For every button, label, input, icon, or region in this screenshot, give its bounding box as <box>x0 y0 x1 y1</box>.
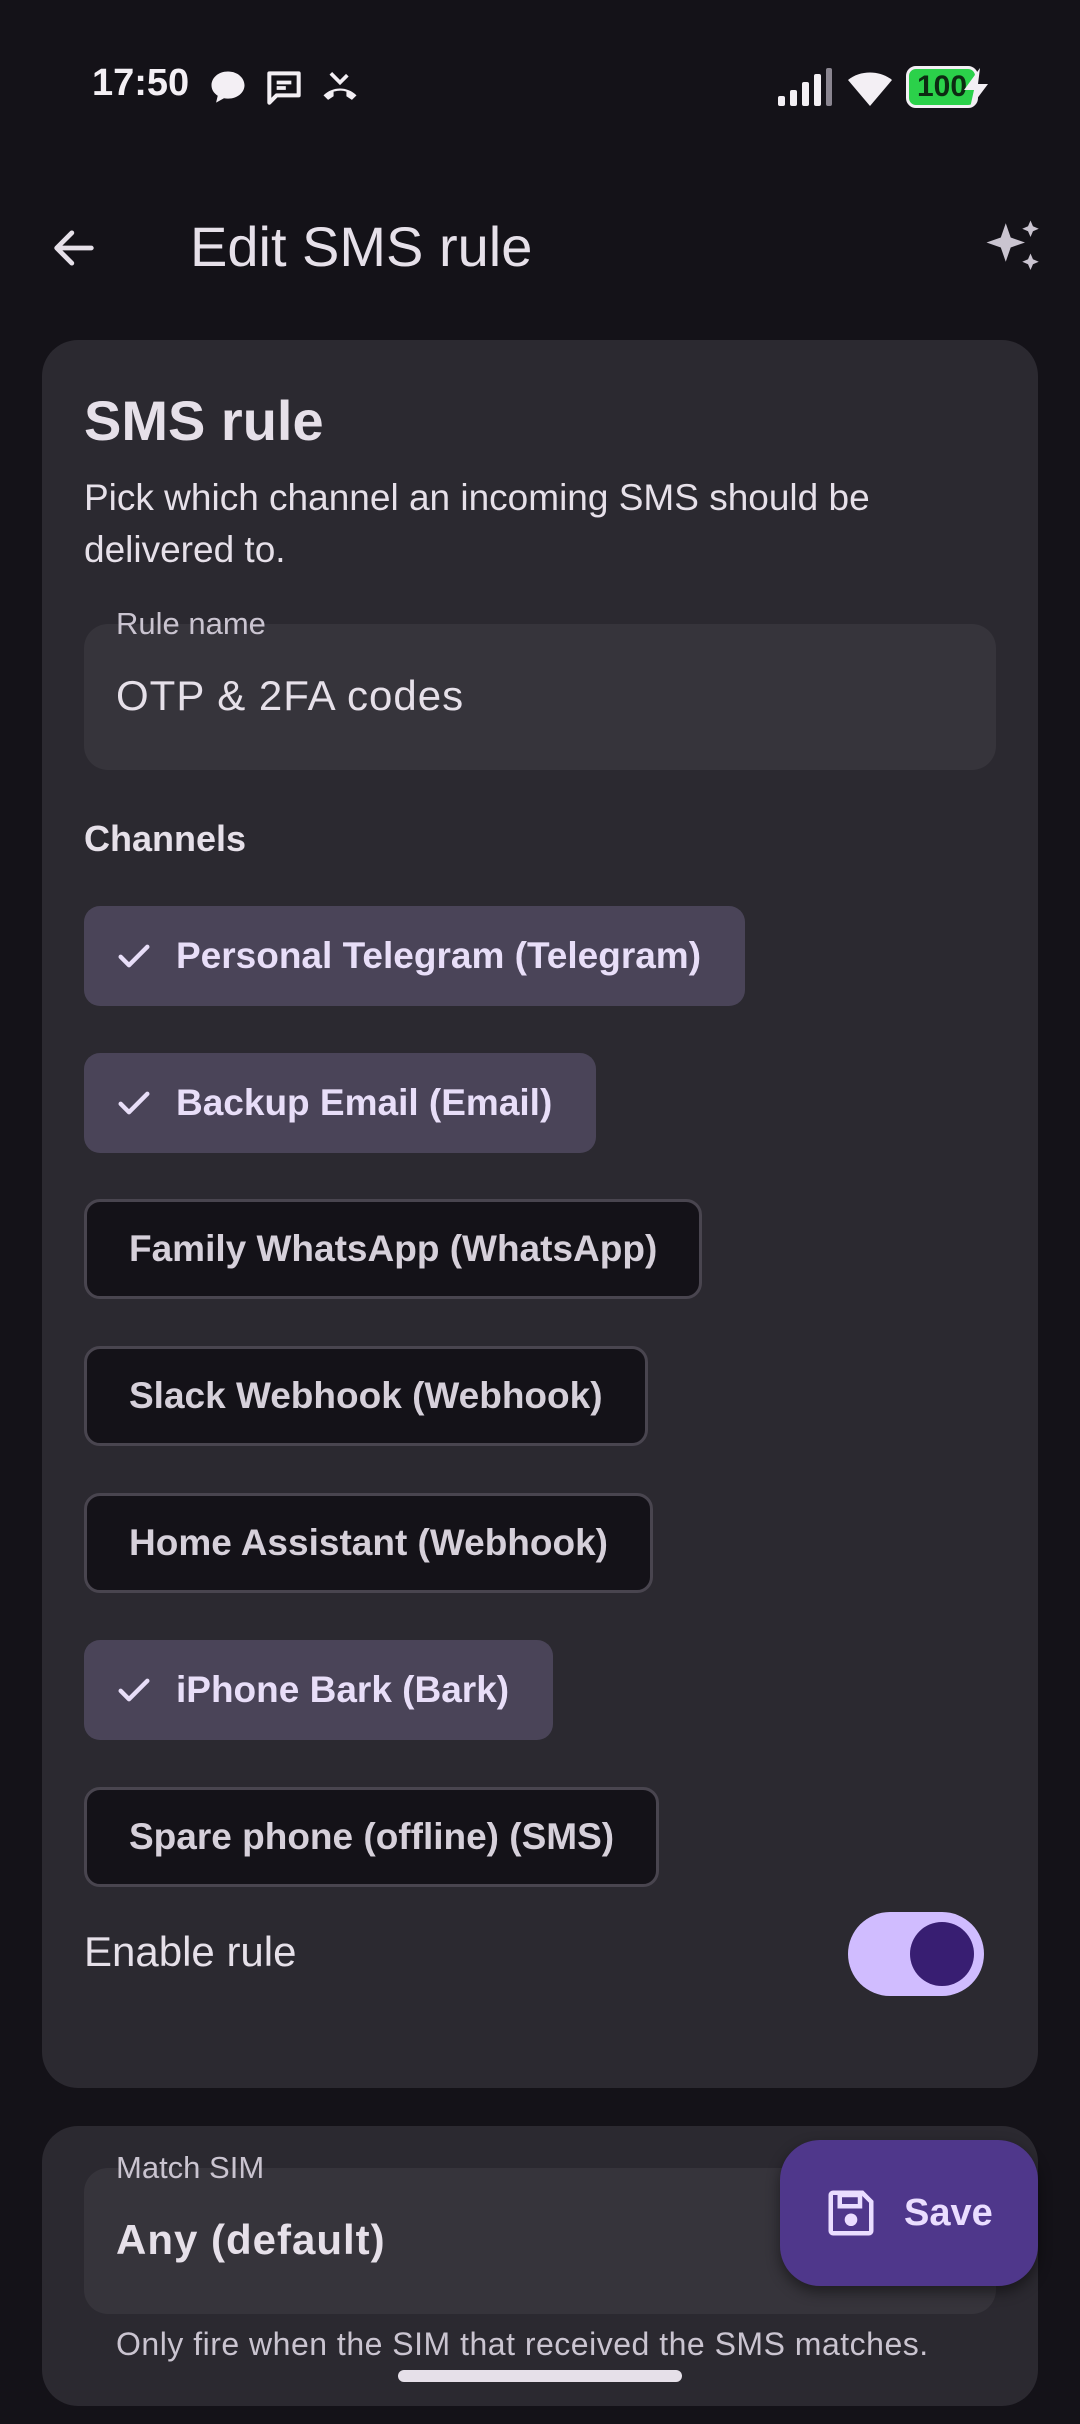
sparkle-button[interactable] <box>974 208 1054 288</box>
rule-name-value: OTP & 2FA codes <box>116 672 465 719</box>
check-icon <box>112 1668 156 1712</box>
enable-rule-row: Enable rule <box>84 1910 996 2000</box>
status-time: 17:50 <box>92 62 190 104</box>
channel-chip[interactable]: Spare phone (offline) (SMS) <box>84 1787 660 1887</box>
chip-label: iPhone Bark (Bark) <box>176 1669 510 1710</box>
wifi-icon <box>846 66 894 115</box>
chip-label: Slack Webhook (Webhook) <box>129 1375 603 1416</box>
card-title: SMS rule <box>84 389 324 452</box>
card-description: Pick which channel an incoming SMS shoul… <box>84 477 870 570</box>
channel-chip[interactable]: Home Assistant (Webhook) <box>84 1493 653 1593</box>
chip-label: Personal Telegram (Telegram) <box>176 935 702 976</box>
chip-label: Home Assistant (Webhook) <box>129 1522 608 1563</box>
channel-chip[interactable]: Backup Email (Email) <box>84 1053 597 1153</box>
rule-name-field[interactable]: Rule name OTP & 2FA codes <box>84 606 996 770</box>
check-icon <box>112 1081 156 1125</box>
screen: 17:50 100 Edit SMS rule SMS rule Pick wh… <box>0 0 1080 2424</box>
channels-label: Channels <box>84 818 247 859</box>
channel-chip[interactable]: Personal Telegram (Telegram) <box>84 906 746 1006</box>
back-button[interactable] <box>36 210 112 286</box>
enable-rule-toggle[interactable] <box>848 1912 984 1996</box>
check-icon <box>112 934 156 978</box>
chip-label: Backup Email (Email) <box>176 1082 553 1123</box>
missed-call-icon <box>318 66 362 110</box>
sms-rule-card: SMS rule Pick which channel an incoming … <box>42 340 1038 2088</box>
match-sim-value: Any (default) <box>116 2216 386 2263</box>
gesture-bar[interactable] <box>398 2370 682 2382</box>
signal-icon <box>776 66 832 115</box>
save-button[interactable]: Save <box>780 2140 1038 2286</box>
channel-chip[interactable]: Slack Webhook (Webhook) <box>84 1346 648 1446</box>
chat-bubble-icon <box>206 66 250 110</box>
status-bar: 17:50 100 <box>0 0 1080 180</box>
battery-level: 100 <box>916 70 968 103</box>
chip-label: Spare phone (offline) (SMS) <box>129 1816 615 1857</box>
page-title: Edit SMS rule <box>190 215 533 278</box>
arrow-back-icon <box>54 230 94 266</box>
match-sim-label: Match SIM <box>116 2150 265 2185</box>
chip-label: Family WhatsApp (WhatsApp) <box>129 1228 658 1269</box>
channel-chip[interactable]: Family WhatsApp (WhatsApp) <box>84 1199 703 1299</box>
message-icon <box>262 66 306 110</box>
app-bar: Edit SMS rule <box>0 180 1080 310</box>
channel-chip[interactable]: iPhone Bark (Bark) <box>84 1640 554 1740</box>
match-sim-helper: Only fire when the SIM that received the… <box>116 2326 929 2362</box>
toggle-knob <box>910 1922 974 1986</box>
charging-icon <box>962 68 990 113</box>
rule-name-label: Rule name <box>116 606 266 641</box>
save-label: Save <box>904 2191 993 2234</box>
save-icon <box>828 2190 874 2236</box>
sparkle-icon <box>986 220 1039 270</box>
enable-rule-label: Enable rule <box>84 1928 297 1975</box>
